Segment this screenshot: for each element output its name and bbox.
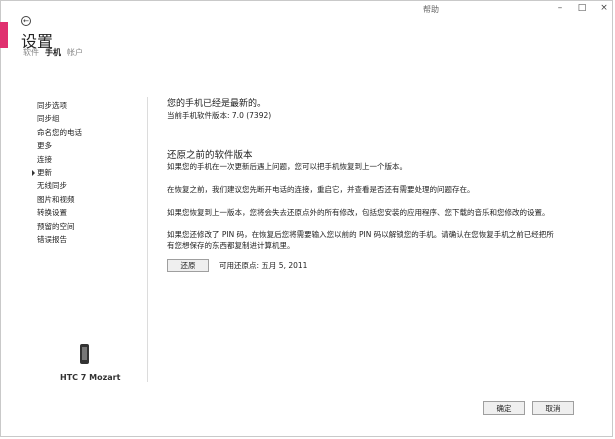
sidebar-item-reserved-space[interactable]: 预留的空间 [37, 220, 82, 233]
minimize-icon[interactable]: – [555, 2, 565, 14]
pin-note-line-2: 有您想保存的东西都复制进计算机里。 [167, 241, 295, 250]
tab-account[interactable]: 帐户 [67, 47, 83, 58]
sidebar-nav: 同步选项 同步组 命名您的电话 更多 连接 更新 无线同步 图片和视频 转换设置… [32, 99, 82, 246]
restore-point-label: 可用还原点: 五月 5, 2011 [219, 261, 308, 270]
restore-paragraph-3: 如果您恢复到上一版本，您将会失去还原点外的所有修改，包括您安装的应用程序、您下载… [167, 208, 550, 217]
cancel-button[interactable]: 取消 [532, 401, 574, 415]
help-link[interactable]: 帮助 [423, 4, 439, 15]
ok-button[interactable]: 确定 [483, 401, 525, 415]
sidebar-item-connect[interactable]: 连接 [37, 153, 82, 166]
restore-section-title: 还原之前的软件版本 [167, 150, 253, 161]
sidebar-item-error-report[interactable]: 错误报告 [37, 233, 82, 246]
sidebar-item-sync-groups[interactable]: 同步组 [37, 112, 82, 125]
window-frame [0, 0, 613, 437]
restore-row: 还原 可用还原点: 五月 5, 2011 [167, 259, 307, 272]
sidebar-item-pictures-videos[interactable]: 图片和视频 [37, 193, 82, 206]
pin-note: 如果您还修改了 PIN 码，在恢复后您将需要输入您以前的 PIN 码以解锁您的手… [167, 229, 554, 251]
title-bar: 帮助 – □ × [0, 0, 615, 18]
sidebar-item-more[interactable]: 更多 [37, 139, 82, 152]
sidebar-item-conversion[interactable]: 转换设置 [37, 206, 82, 219]
back-arrow-icon[interactable]: ← [21, 16, 31, 26]
sidebar-item-name-phone[interactable]: 命名您的电话 [37, 126, 82, 139]
restore-button[interactable]: 还原 [167, 259, 209, 272]
phone-icon [80, 344, 89, 364]
sidebar-item-sync-options[interactable]: 同步选项 [37, 99, 82, 112]
tab-software[interactable]: 软件 [23, 47, 39, 58]
pivot-tabs: 软件 手机 帐户 [23, 47, 83, 58]
sidebar-item-update[interactable]: 更新 [32, 166, 82, 179]
pin-note-line-1: 如果您还修改了 PIN 码，在恢复后您将需要输入您以前的 PIN 码以解锁您的手… [167, 230, 554, 239]
vertical-divider [147, 97, 148, 382]
device-name: HTC 7 Mozart [60, 373, 121, 382]
maximize-icon[interactable]: □ [577, 2, 587, 14]
software-version: 当前手机软件版本: 7.0 (7392) [167, 111, 272, 120]
tab-phone[interactable]: 手机 [45, 47, 61, 58]
restore-paragraph-2: 在恢复之前，我们建议您先断开电话的连接，重启它，并查看是否还有需要处理的问题存在… [167, 185, 475, 194]
restore-paragraph-1: 如果您的手机在一次更新后遇上问题，您可以把手机恢复到上一个版本。 [167, 162, 407, 171]
accent-bar [0, 22, 8, 48]
close-icon[interactable]: × [599, 2, 609, 14]
window-controls: – □ × [555, 2, 609, 14]
sidebar-item-wireless-sync[interactable]: 无线同步 [37, 179, 82, 192]
update-status: 您的手机已经是最新的。 [167, 99, 267, 109]
